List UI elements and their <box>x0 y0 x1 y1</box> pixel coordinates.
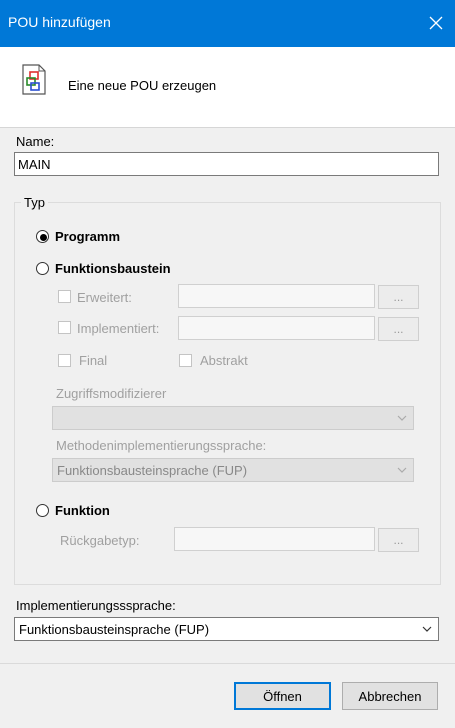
chevron-down-icon <box>422 626 432 632</box>
abstrakt-checkbox[interactable] <box>179 354 192 367</box>
window-title: POU hinzufügen <box>8 14 111 30</box>
impl-label: Implementierungsssprache: <box>16 598 176 613</box>
final-label: Final <box>79 353 108 368</box>
close-button[interactable] <box>420 8 452 38</box>
implementiert-label: Implementiert: <box>77 321 160 336</box>
funktionsbaustein-label[interactable]: Funktionsbaustein <box>55 261 171 276</box>
rueckgabetyp-label: Rückgabetyp: <box>60 533 140 548</box>
funktionsbaustein-radio[interactable] <box>36 262 49 275</box>
erweitert-checkbox[interactable] <box>58 290 71 303</box>
funktion-label[interactable]: Funktion <box>55 503 110 518</box>
chevron-down-icon <box>397 467 407 473</box>
name-input[interactable]: MAIN <box>14 152 439 176</box>
name-label: Name: <box>16 134 55 149</box>
implementiert-browse-button[interactable]: ... <box>378 317 419 341</box>
chevron-down-icon <box>397 415 407 421</box>
rueckgabetyp-input[interactable] <box>174 527 375 551</box>
open-button[interactable]: Öffnen <box>234 682 331 710</box>
name-input-value: MAIN <box>18 156 51 172</box>
final-checkbox[interactable] <box>58 354 71 367</box>
erweitert-input[interactable] <box>178 284 375 308</box>
zugriff-select[interactable] <box>52 406 414 430</box>
methoden-select[interactable]: Funktionsbausteinsprache (FUP) <box>52 458 414 482</box>
impl-select[interactable]: Funktionsbausteinsprache (FUP) <box>14 617 439 641</box>
zugriff-label: Zugriffsmodifizierer <box>56 386 167 401</box>
methoden-select-value: Funktionsbausteinsprache (FUP) <box>57 462 248 478</box>
programm-radio[interactable] <box>36 230 49 243</box>
footer-separator <box>0 663 455 664</box>
header-description: Eine neue POU erzeugen <box>68 78 217 93</box>
methoden-label: Methodenimplementierungssprache: <box>56 438 267 453</box>
programm-label[interactable]: Programm <box>55 229 120 244</box>
funktion-radio[interactable] <box>36 504 49 517</box>
cancel-button[interactable]: Abbrechen <box>342 682 438 710</box>
implementiert-input[interactable] <box>178 316 375 340</box>
impl-select-value: Funktionsbausteinsprache (FUP) <box>19 621 210 637</box>
pou-document-icon <box>20 64 48 99</box>
implementiert-checkbox[interactable] <box>58 321 71 334</box>
close-icon <box>429 16 443 30</box>
abstrakt-label: Abstrakt <box>200 353 248 368</box>
erweitert-browse-button[interactable]: ... <box>378 285 419 309</box>
typ-legend: Typ <box>21 195 48 210</box>
rueckgabetyp-browse-button[interactable]: ... <box>378 528 419 552</box>
erweitert-label: Erweitert: <box>77 290 132 305</box>
